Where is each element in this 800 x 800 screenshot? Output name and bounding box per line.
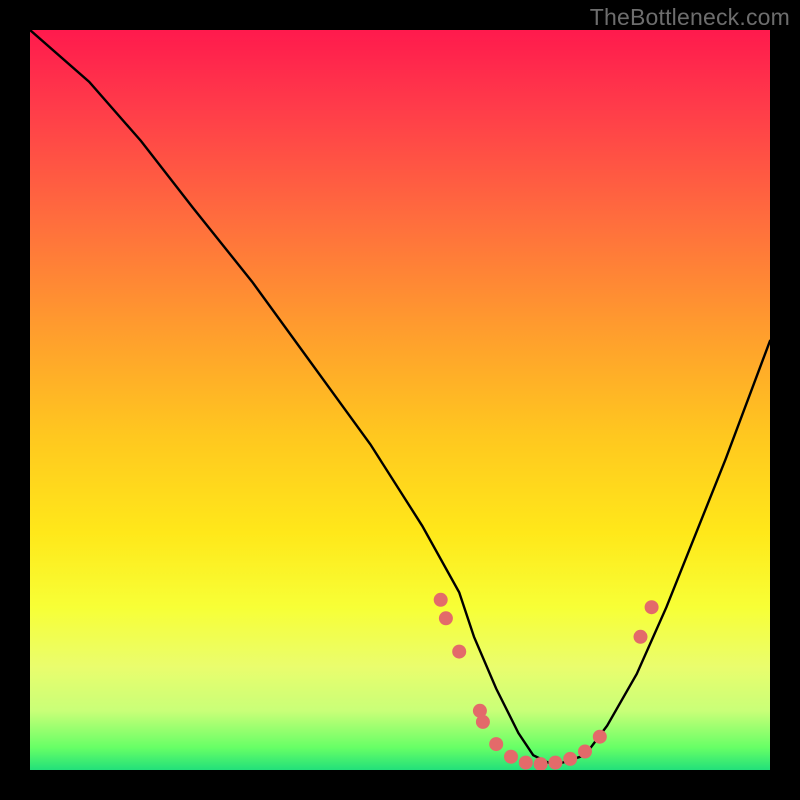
curve-marker xyxy=(434,593,448,607)
chart-frame: TheBottleneck.com xyxy=(0,0,800,800)
watermark-text: TheBottleneck.com xyxy=(590,4,790,31)
curve-marker xyxy=(504,750,518,764)
plot-area xyxy=(30,30,770,770)
curve-marker xyxy=(476,715,490,729)
curve-marker xyxy=(578,745,592,759)
curve-marker xyxy=(534,757,548,770)
curve-marker xyxy=(563,752,577,766)
chart-svg xyxy=(30,30,770,770)
curve-marker xyxy=(452,645,466,659)
curve-marker xyxy=(593,730,607,744)
curve-marker xyxy=(439,611,453,625)
curve-marker xyxy=(634,630,648,644)
curve-marker xyxy=(519,756,533,770)
bottleneck-curve xyxy=(30,30,770,763)
curve-marker xyxy=(489,737,503,751)
curve-marker xyxy=(548,756,562,770)
curve-marker xyxy=(645,600,659,614)
